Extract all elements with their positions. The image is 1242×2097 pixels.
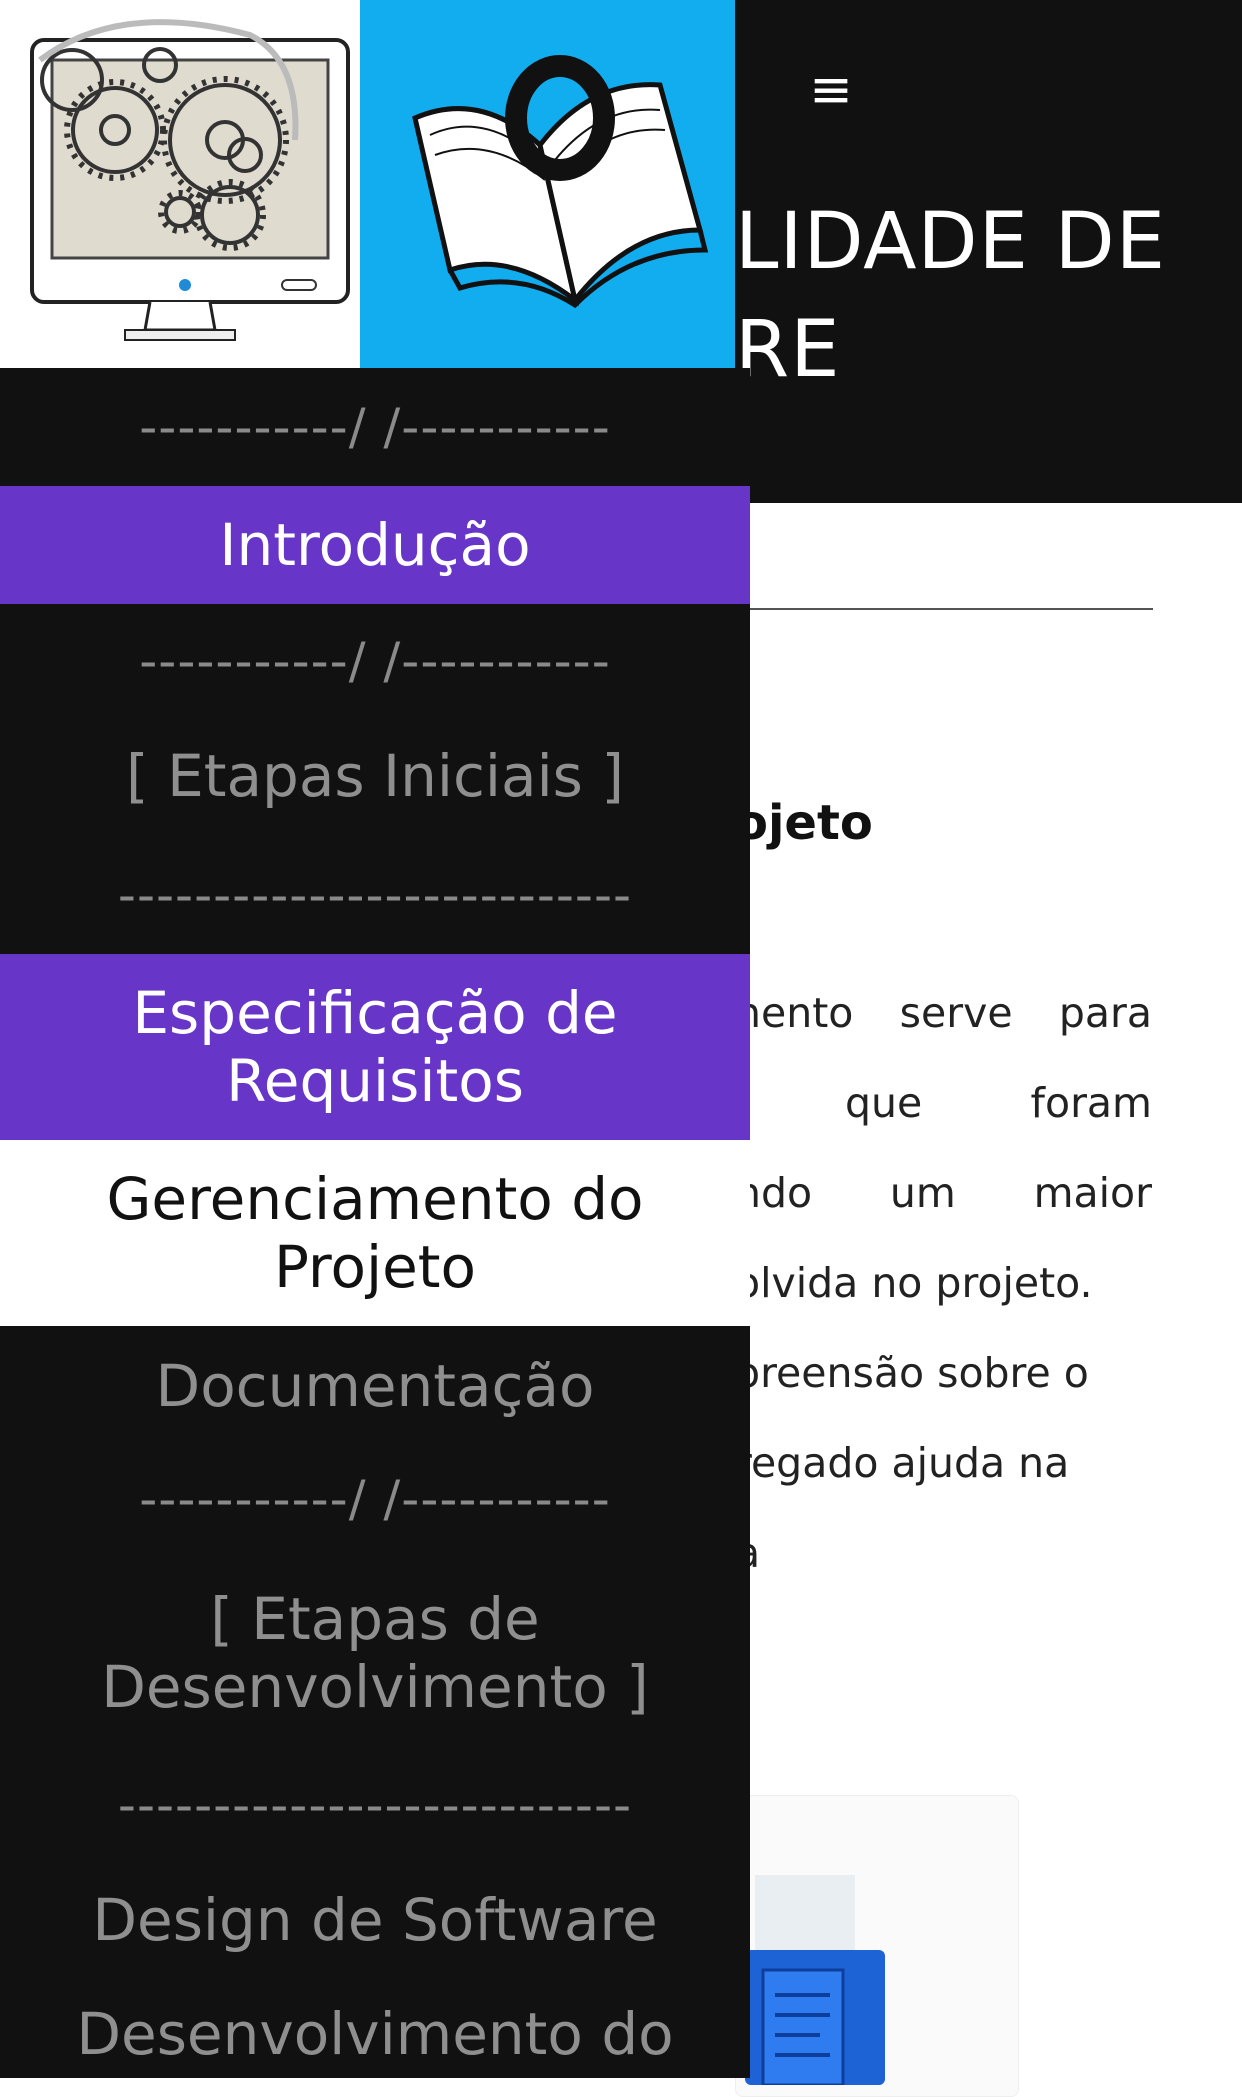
menu-item-label: Documentação (155, 1352, 595, 1420)
word: que (845, 1079, 923, 1127)
paragraph-line: olvida no projeto. (735, 1238, 1152, 1328)
open-book-logo[interactable] (360, 0, 735, 368)
word: foram (1030, 1079, 1152, 1127)
menu-item-label: Introdução (219, 511, 531, 579)
computer-gears-logo[interactable] (0, 0, 360, 368)
word: um (889, 1169, 956, 1217)
book-icon (412, 55, 709, 309)
section-title: ojeto (735, 795, 873, 851)
paragraph-line: regado ajuda na (735, 1418, 1152, 1508)
menu-item-desenvolvimento[interactable]: Desenvolvimento do (0, 1994, 750, 2074)
paragraph-line: nento serve para (735, 968, 1152, 1058)
menu-icon[interactable]: ≡ (803, 62, 859, 118)
paragraph-line: oreensão sobre o (735, 1328, 1152, 1418)
body-paragraph: nento serve para que foram ndo um maior … (735, 968, 1152, 1598)
menu-separator: -----------/ /----------- (139, 398, 611, 456)
menu-item-label: Desenvolvimento do (76, 2000, 674, 2068)
menu-item-introducao[interactable]: Introdução (0, 486, 750, 604)
menu-heading-etapas-desenvolvimento: [ Etapas de Desenvolvimento ] (0, 1578, 750, 1728)
word: nento (735, 989, 854, 1037)
menu-separator: -----------/ /----------- (139, 632, 611, 690)
navigation-drawer: -----------/ /----------- Introdução ---… (0, 368, 750, 2078)
menu-item-design-software[interactable]: Design de Software (0, 1880, 750, 1960)
paragraph-line: a (735, 1508, 1152, 1598)
menu-item-especificacao-requisitos[interactable]: Especificação de Requisitos (0, 954, 750, 1140)
menu-item-documentacao[interactable]: Documentação (0, 1346, 750, 1426)
word: para (1058, 989, 1152, 1037)
paragraph-line: ndo um maior (735, 1148, 1152, 1238)
menu-item-gerenciamento-projeto[interactable]: Gerenciamento do Projeto (0, 1140, 750, 1326)
word: regado ajuda na (735, 1439, 1070, 1487)
menu-separator: --------------------------- (117, 866, 633, 924)
menu-separator: -----------/ /----------- (139, 1470, 611, 1528)
menu-item-label: Especificação de Requisitos (132, 979, 618, 1115)
word: olvida no projeto. (735, 1259, 1093, 1307)
word: oreensão sobre o (735, 1349, 1089, 1397)
gears-monitor-icon (30, 19, 350, 341)
content-divider (735, 608, 1153, 610)
menu-heading-etapas-iniciais: [ Etapas Iniciais ] (0, 736, 750, 816)
menu-heading-label: [ Etapas de Desenvolvimento ] (101, 1585, 649, 1721)
menu-item-label: Design de Software (92, 1886, 658, 1954)
site-title-line1: LIDADE DE (735, 197, 1166, 287)
word: maior (1033, 1169, 1152, 1217)
site-title: LIDADE DE RE (735, 188, 1215, 404)
word: serve (899, 989, 1013, 1037)
menu-heading-label: [ Etapas Iniciais ] (126, 742, 624, 810)
document-illustration (745, 1875, 885, 2085)
paragraph-line: que foram (735, 1058, 1152, 1148)
site-title-line2: RE (735, 305, 841, 395)
menu-item-label: Gerenciamento do Projeto (106, 1165, 644, 1301)
menu-separator: --------------------------- (117, 1776, 633, 1834)
